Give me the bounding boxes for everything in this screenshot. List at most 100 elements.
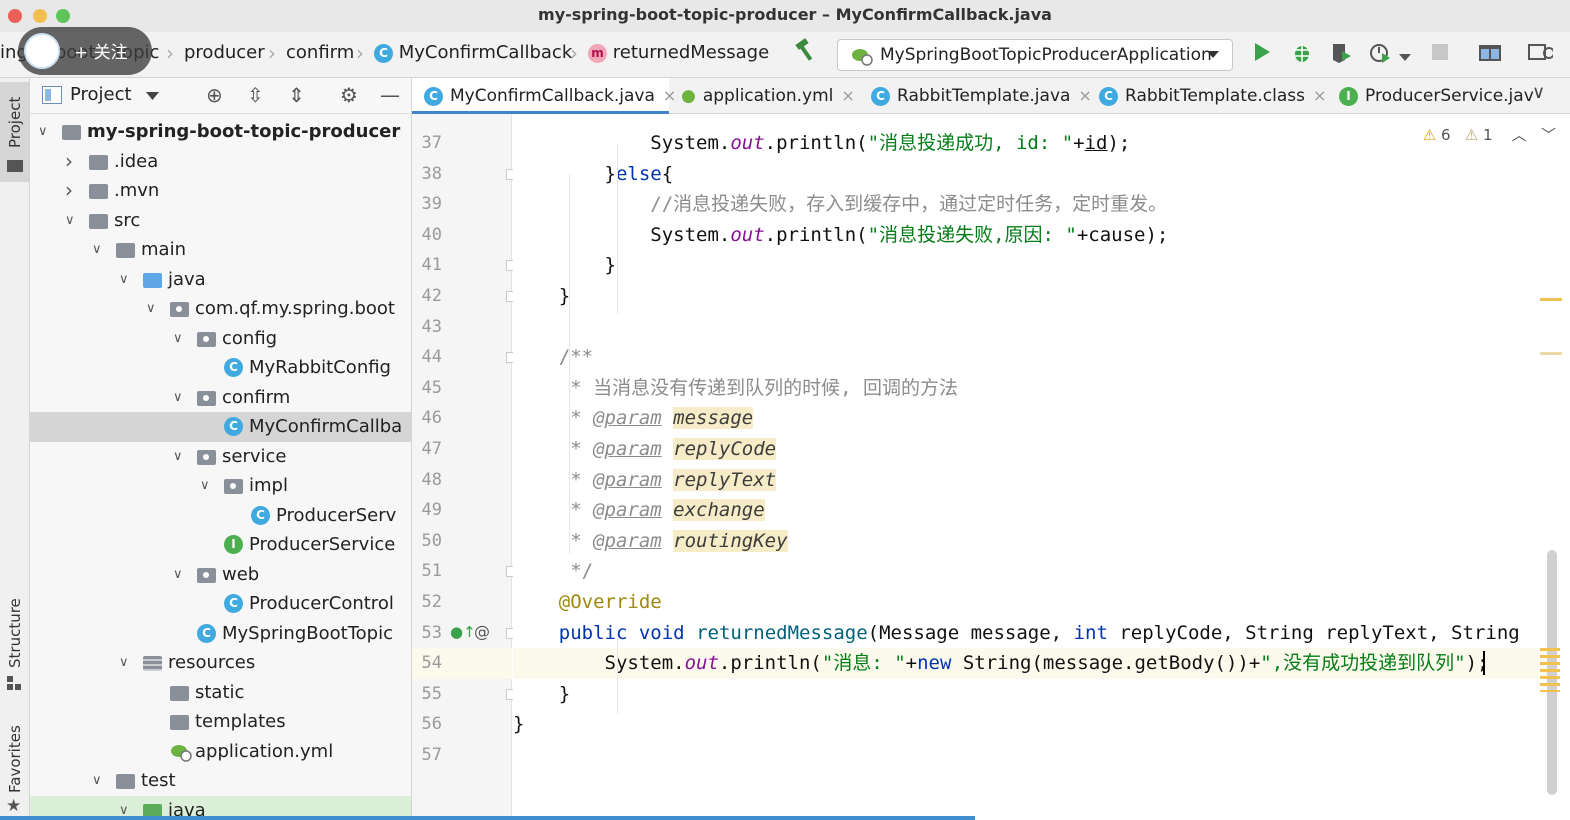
code-line[interactable]: } (513, 281, 1553, 312)
tree-item[interactable]: ∨ test (30, 766, 411, 796)
code-line[interactable]: */ (513, 556, 1553, 587)
breadcrumb-item[interactable]: producer (184, 42, 265, 63)
code-line[interactable]: } (513, 679, 1553, 710)
build-hammer-icon[interactable] (792, 37, 820, 65)
close-tab-icon[interactable]: × (841, 86, 854, 105)
implements-marker-icon[interactable]: ●↑ (450, 623, 476, 641)
code-editor[interactable]: System.out.println("消息投递成功, id: "+id); }… (513, 114, 1570, 820)
chevron-down-icon[interactable]: ∨ (92, 766, 102, 795)
project-structure-icon[interactable] (1476, 41, 1504, 69)
chevron-right-icon[interactable]: › (65, 176, 73, 205)
chevron-down-icon[interactable]: ∨ (173, 324, 183, 353)
tree-item[interactable]: ∨ impl (30, 471, 411, 501)
tree-item[interactable]: ∨ resources (30, 648, 411, 678)
project-view-selector[interactable]: Project (70, 84, 132, 105)
code-line[interactable] (513, 312, 1553, 343)
tree-item[interactable]: ∨ confirm (30, 383, 411, 413)
code-line[interactable] (513, 740, 1553, 771)
chevron-down-icon[interactable]: ∨ (173, 442, 183, 471)
close-tab-icon[interactable]: × (1313, 86, 1326, 105)
code-line[interactable]: @Override (513, 587, 1553, 618)
code-line[interactable]: }else{ (513, 159, 1553, 190)
code-line[interactable]: * 当消息没有传递到队列的时候, 回调的方法 (513, 373, 1553, 404)
debug-icon[interactable] (1288, 41, 1316, 69)
code-line[interactable]: * @param replyCode (513, 434, 1553, 465)
scrollbar-marker[interactable] (1540, 352, 1562, 355)
code-line[interactable]: * @param routingKey (513, 526, 1553, 557)
tree-item[interactable]: application.yml (30, 737, 411, 767)
run-configuration-select[interactable]: MySpringBootTopicProducerApplication (837, 39, 1233, 71)
breadcrumb-method[interactable]: m returnedMessage (588, 42, 769, 63)
code-line[interactable]: } (513, 250, 1553, 281)
chevron-down-icon[interactable]: ∨ (119, 265, 129, 294)
follow-overlay-button[interactable]: + 关注 (18, 27, 152, 75)
chevron-down-icon[interactable]: ∨ (92, 235, 102, 264)
run-icon[interactable] (1248, 41, 1276, 69)
editor-tab[interactable]: ● application.yml × (669, 78, 859, 114)
tree-item[interactable]: › .idea (30, 147, 411, 177)
chevron-down-icon[interactable]: ∨ (173, 383, 183, 412)
chevron-down-icon[interactable] (146, 92, 159, 101)
previous-highlight-icon[interactable]: ︿ (1512, 126, 1527, 144)
chevron-down-icon[interactable]: ∨ (38, 117, 48, 146)
profile-icon[interactable] (1366, 41, 1394, 69)
code-line[interactable]: } (513, 709, 1553, 740)
favorites-tool-button[interactable]: Favorites ★ (0, 718, 29, 820)
editor-tab[interactable]: I ProducerService.jav (1327, 78, 1547, 114)
override-marker-icon[interactable]: @ (474, 622, 490, 641)
chevron-down-icon[interactable]: ∨ (119, 648, 129, 677)
next-highlight-icon[interactable]: ﹀ (1541, 126, 1556, 144)
code-line[interactable]: System.out.println("消息: "+new String(mes… (513, 648, 1553, 679)
code-line[interactable]: * @param message (513, 403, 1553, 434)
code-line[interactable]: /** (513, 342, 1553, 373)
editor-tab[interactable]: C MyConfirmCallback.java × (412, 78, 676, 114)
code-line[interactable]: * @param replyText (513, 465, 1553, 496)
tree-item[interactable]: ∨ java (30, 265, 411, 295)
code-line[interactable]: System.out.println("消息投递成功, id: "+id); (513, 128, 1553, 159)
tree-item[interactable]: ∨ config (30, 324, 411, 354)
project-tool-button[interactable]: Project (0, 82, 29, 182)
expand-all-icon[interactable]: ⇳ (247, 83, 264, 107)
code-line[interactable]: System.out.println("消息投递失败,原因: "+cause); (513, 220, 1553, 251)
scrollbar-marker[interactable] (1540, 648, 1560, 692)
tree-item[interactable]: I ProducerService (30, 530, 411, 560)
chevron-down-icon[interactable]: ∨ (200, 471, 210, 500)
stop-icon[interactable] (1426, 41, 1454, 69)
code-line[interactable]: public void returnedMessage(Message mess… (513, 618, 1553, 649)
scrollbar-marker[interactable] (1540, 298, 1562, 301)
tree-item[interactable]: ∨ service (30, 442, 411, 472)
tree-item[interactable]: ∨ com.qf.my.spring.boot (30, 294, 411, 324)
tree-item[interactable]: C MyConfirmCallba (30, 412, 411, 442)
code-line[interactable]: * @param exchange (513, 495, 1553, 526)
structure-tool-button[interactable]: Structure (0, 588, 29, 698)
chevron-down-icon[interactable]: ∨ (146, 294, 156, 323)
chevron-down-icon[interactable]: ∨ (65, 206, 75, 235)
coverage-icon[interactable] (1328, 41, 1356, 69)
profile-dropdown-icon[interactable] (1396, 41, 1414, 69)
tree-item[interactable]: ∨ src (30, 206, 411, 236)
gear-icon[interactable]: ⚙ (340, 83, 358, 107)
editor-tab[interactable]: C RabbitTemplate.java × (859, 78, 1092, 114)
tree-item[interactable]: C ProducerServ (30, 501, 411, 531)
chevron-right-icon[interactable]: › (65, 147, 73, 176)
code-line[interactable]: //消息投递失败，存入到缓存中，通过定时任务，定时重发。 (513, 189, 1553, 220)
tree-item[interactable]: C ProducerControl (30, 589, 411, 619)
tree-item[interactable]: › .mvn (30, 176, 411, 206)
breadcrumb-class[interactable]: C MyConfirmCallback (374, 42, 572, 63)
tree-item[interactable]: templates (30, 707, 411, 737)
breadcrumb-item[interactable]: confirm (286, 42, 354, 63)
search-everywhere-icon[interactable] (1526, 41, 1555, 69)
tree-item[interactable]: static (30, 678, 411, 708)
editor-tab[interactable]: C RabbitTemplate.class × (1087, 78, 1327, 114)
tree-item[interactable]: ∨ main (30, 235, 411, 265)
hide-panel-icon[interactable]: — (380, 83, 400, 107)
tree-item[interactable]: ∨ web (30, 560, 411, 590)
inspection-widget[interactable]: ⚠ 6 ⚠ 1 ︿ ﹀ (1423, 124, 1556, 145)
tree-item[interactable]: ∨ my-spring-boot-topic-producer (30, 117, 411, 147)
chevron-down-icon[interactable]: ∨ (173, 560, 183, 589)
locate-file-icon[interactable]: ⊕ (206, 83, 223, 107)
tree-item[interactable]: C MySpringBootTopic (30, 619, 411, 649)
collapse-all-icon[interactable]: ⇕ (288, 83, 305, 107)
tree-item[interactable]: C MyRabbitConfig (30, 353, 411, 383)
chevron-down-icon[interactable]: ∨ (1532, 82, 1545, 103)
